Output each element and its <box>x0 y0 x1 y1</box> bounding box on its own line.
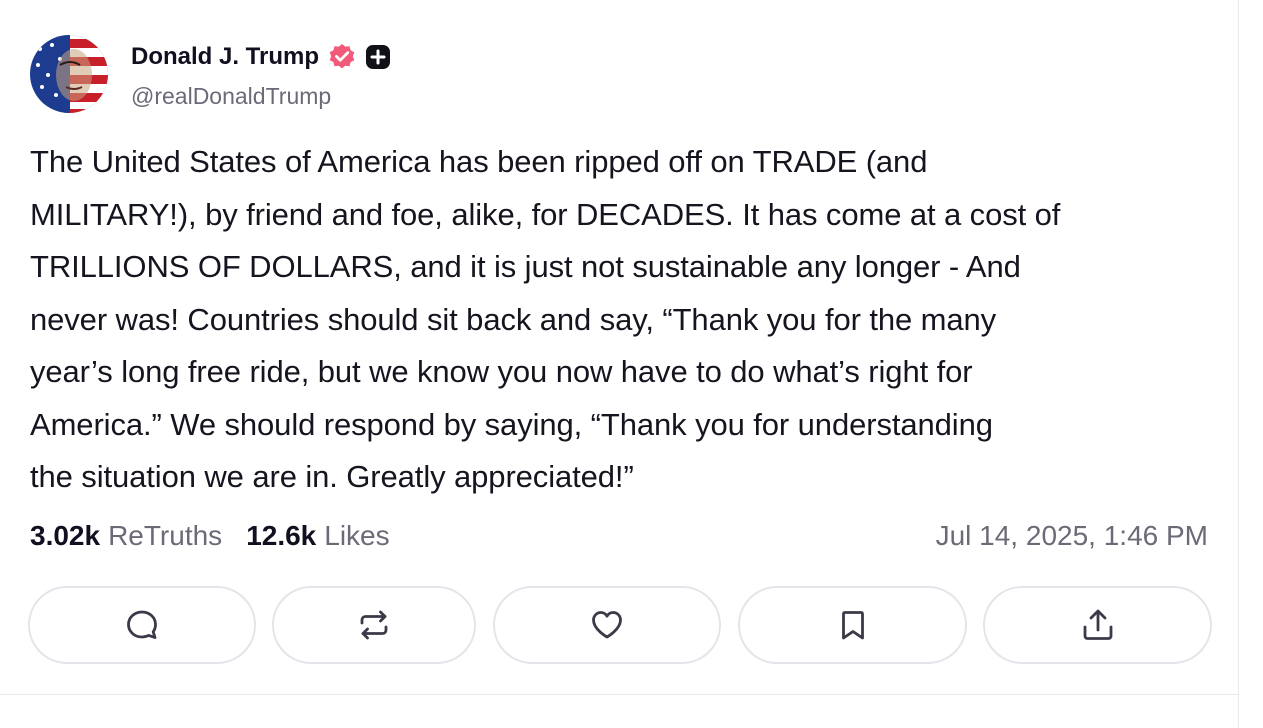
avatar-image <box>30 35 108 113</box>
retruths-stat[interactable]: 3.02k ReTruths <box>30 520 222 552</box>
like-button[interactable] <box>493 586 721 664</box>
author-display-name[interactable]: Donald J. Trump <box>131 43 319 71</box>
plus-badge-icon <box>365 44 391 70</box>
column-divider <box>1238 0 1239 728</box>
retruth-icon <box>360 610 388 640</box>
author-row: Donald J. Trump <box>131 40 391 74</box>
reply-button[interactable] <box>28 586 256 664</box>
verified-badge-icon <box>327 42 357 72</box>
post-timestamp[interactable]: Jul 14, 2025, 1:46 PM <box>936 518 1208 554</box>
post-divider <box>0 694 1238 695</box>
retruths-label: ReTruths <box>108 520 223 551</box>
post-body: The United States of America has been ri… <box>30 144 1061 494</box>
bookmark-button[interactable] <box>738 586 967 664</box>
share-icon <box>1083 609 1112 640</box>
heart-icon <box>592 611 622 639</box>
retruths-count: 3.02k <box>30 520 101 551</box>
likes-label: Likes <box>324 520 390 551</box>
post-detail: Donald J. Trump @realDonaldTrump The Uni… <box>0 0 1263 728</box>
bookmark-icon <box>841 611 864 640</box>
share-button[interactable] <box>983 586 1212 664</box>
avatar[interactable] <box>30 35 108 113</box>
post-stats: 3.02k ReTruths 12.6k Likes <box>30 518 390 554</box>
retruth-button[interactable] <box>272 586 476 664</box>
likes-count: 12.6k <box>246 520 317 551</box>
author-handle[interactable]: @realDonaldTrump <box>131 83 331 110</box>
reply-icon <box>127 610 157 639</box>
likes-stat[interactable]: 12.6k Likes <box>246 520 389 552</box>
